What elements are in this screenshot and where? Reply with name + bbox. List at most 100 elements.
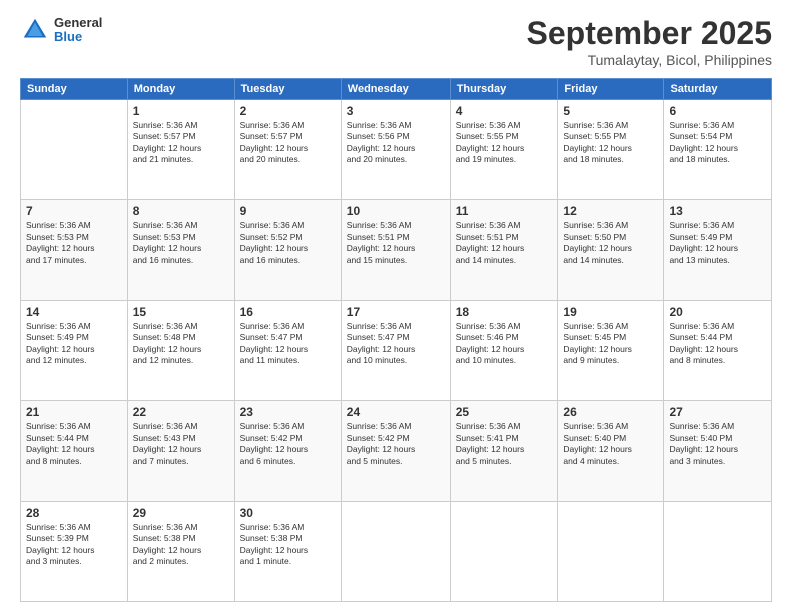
day-number: 27 [669, 405, 766, 419]
col-header-monday: Monday [127, 79, 234, 100]
day-info: Sunrise: 5:36 AM Sunset: 5:38 PM Dayligh… [133, 522, 229, 568]
day-number: 7 [26, 204, 122, 218]
col-header-friday: Friday [558, 79, 664, 100]
calendar-cell: 1 Sunrise: 5:36 AM Sunset: 5:57 PM Daylig… [127, 100, 234, 200]
day-number: 26 [563, 405, 658, 419]
day-number: 5 [563, 104, 658, 118]
day-info: Sunrise: 5:36 AM Sunset: 5:49 PM Dayligh… [669, 220, 766, 266]
calendar-cell: 19 Sunrise: 5:36 AM Sunset: 5:45 PM Dayli… [558, 300, 664, 400]
day-number: 1 [133, 104, 229, 118]
calendar-cell: 3 Sunrise: 5:36 AM Sunset: 5:56 PM Daylig… [341, 100, 450, 200]
week-row-2: 7 Sunrise: 5:36 AM Sunset: 5:53 PM Daylig… [21, 200, 772, 300]
day-number: 13 [669, 204, 766, 218]
day-number: 10 [347, 204, 445, 218]
calendar-cell [341, 501, 450, 601]
calendar-cell: 27 Sunrise: 5:36 AM Sunset: 5:40 PM Dayli… [664, 401, 772, 501]
day-number: 12 [563, 204, 658, 218]
calendar-cell: 7 Sunrise: 5:36 AM Sunset: 5:53 PM Daylig… [21, 200, 128, 300]
day-number: 25 [456, 405, 553, 419]
calendar-cell [450, 501, 558, 601]
day-number: 3 [347, 104, 445, 118]
calendar-cell: 8 Sunrise: 5:36 AM Sunset: 5:53 PM Daylig… [127, 200, 234, 300]
day-info: Sunrise: 5:36 AM Sunset: 5:44 PM Dayligh… [26, 421, 122, 467]
calendar-cell: 23 Sunrise: 5:36 AM Sunset: 5:42 PM Dayli… [234, 401, 341, 501]
day-info: Sunrise: 5:36 AM Sunset: 5:51 PM Dayligh… [456, 220, 553, 266]
calendar-header-row: SundayMondayTuesdayWednesdayThursdayFrid… [21, 79, 772, 100]
logo: General Blue [20, 15, 102, 45]
day-info: Sunrise: 5:36 AM Sunset: 5:40 PM Dayligh… [669, 421, 766, 467]
week-row-1: 1 Sunrise: 5:36 AM Sunset: 5:57 PM Daylig… [21, 100, 772, 200]
calendar-cell: 17 Sunrise: 5:36 AM Sunset: 5:47 PM Dayli… [341, 300, 450, 400]
calendar-cell: 21 Sunrise: 5:36 AM Sunset: 5:44 PM Dayli… [21, 401, 128, 501]
calendar-cell: 10 Sunrise: 5:36 AM Sunset: 5:51 PM Dayli… [341, 200, 450, 300]
day-info: Sunrise: 5:36 AM Sunset: 5:56 PM Dayligh… [347, 120, 445, 166]
day-info: Sunrise: 5:36 AM Sunset: 5:53 PM Dayligh… [26, 220, 122, 266]
calendar-cell: 2 Sunrise: 5:36 AM Sunset: 5:57 PM Daylig… [234, 100, 341, 200]
day-info: Sunrise: 5:36 AM Sunset: 5:53 PM Dayligh… [133, 220, 229, 266]
calendar-cell: 20 Sunrise: 5:36 AM Sunset: 5:44 PM Dayli… [664, 300, 772, 400]
day-number: 15 [133, 305, 229, 319]
day-number: 28 [26, 506, 122, 520]
calendar-cell: 30Sunrise: 5:36 AM Sunset: 5:38 PM Dayli… [234, 501, 341, 601]
calendar-cell: 11 Sunrise: 5:36 AM Sunset: 5:51 PM Dayli… [450, 200, 558, 300]
calendar-cell: 12 Sunrise: 5:36 AM Sunset: 5:50 PM Dayli… [558, 200, 664, 300]
day-info: Sunrise: 5:36 AM Sunset: 5:45 PM Dayligh… [563, 321, 658, 367]
day-info: Sunrise: 5:36 AM Sunset: 5:57 PM Dayligh… [133, 120, 229, 166]
location: Tumalaytay, Bicol, Philippines [527, 52, 772, 68]
day-number: 4 [456, 104, 553, 118]
week-row-5: 28 Sunrise: 5:36 AM Sunset: 5:39 PM Dayli… [21, 501, 772, 601]
logo-text: General Blue [54, 16, 102, 45]
calendar-cell: 6Sunrise: 5:36 AM Sunset: 5:54 PM Daylig… [664, 100, 772, 200]
calendar-cell: 15 Sunrise: 5:36 AM Sunset: 5:48 PM Dayli… [127, 300, 234, 400]
day-number: 19 [563, 305, 658, 319]
day-number: 11 [456, 204, 553, 218]
calendar-cell [558, 501, 664, 601]
day-number: 18 [456, 305, 553, 319]
day-number: 17 [347, 305, 445, 319]
col-header-tuesday: Tuesday [234, 79, 341, 100]
day-info: Sunrise: 5:36 AM Sunset: 5:46 PM Dayligh… [456, 321, 553, 367]
day-info: Sunrise: 5:36 AM Sunset: 5:39 PM Dayligh… [26, 522, 122, 568]
day-number: 8 [133, 204, 229, 218]
week-row-3: 14Sunrise: 5:36 AM Sunset: 5:49 PM Dayli… [21, 300, 772, 400]
col-header-sunday: Sunday [21, 79, 128, 100]
day-info: Sunrise: 5:36 AM Sunset: 5:55 PM Dayligh… [563, 120, 658, 166]
day-info: Sunrise: 5:36 AM Sunset: 5:57 PM Dayligh… [240, 120, 336, 166]
day-number: 29 [133, 506, 229, 520]
calendar-cell: 24Sunrise: 5:36 AM Sunset: 5:42 PM Dayli… [341, 401, 450, 501]
day-number: 22 [133, 405, 229, 419]
day-info: Sunrise: 5:36 AM Sunset: 5:44 PM Dayligh… [669, 321, 766, 367]
calendar-cell: 9 Sunrise: 5:36 AM Sunset: 5:52 PM Daylig… [234, 200, 341, 300]
week-row-4: 21 Sunrise: 5:36 AM Sunset: 5:44 PM Dayli… [21, 401, 772, 501]
day-info: Sunrise: 5:36 AM Sunset: 5:55 PM Dayligh… [456, 120, 553, 166]
day-number: 6 [669, 104, 766, 118]
day-info: Sunrise: 5:36 AM Sunset: 5:49 PM Dayligh… [26, 321, 122, 367]
day-number: 16 [240, 305, 336, 319]
col-header-wednesday: Wednesday [341, 79, 450, 100]
day-number: 2 [240, 104, 336, 118]
col-header-thursday: Thursday [450, 79, 558, 100]
logo-icon [20, 15, 50, 45]
calendar-cell: 29 Sunrise: 5:36 AM Sunset: 5:38 PM Dayli… [127, 501, 234, 601]
calendar-cell: 4 Sunrise: 5:36 AM Sunset: 5:55 PM Daylig… [450, 100, 558, 200]
page: General Blue September 2025 Tumalaytay, … [0, 0, 792, 612]
col-header-saturday: Saturday [664, 79, 772, 100]
day-number: 20 [669, 305, 766, 319]
day-info: Sunrise: 5:36 AM Sunset: 5:41 PM Dayligh… [456, 421, 553, 467]
calendar-cell: 14Sunrise: 5:36 AM Sunset: 5:49 PM Dayli… [21, 300, 128, 400]
calendar-cell: 5 Sunrise: 5:36 AM Sunset: 5:55 PM Daylig… [558, 100, 664, 200]
day-number: 23 [240, 405, 336, 419]
day-info: Sunrise: 5:36 AM Sunset: 5:50 PM Dayligh… [563, 220, 658, 266]
day-info: Sunrise: 5:36 AM Sunset: 5:52 PM Dayligh… [240, 220, 336, 266]
day-info: Sunrise: 5:36 AM Sunset: 5:42 PM Dayligh… [240, 421, 336, 467]
day-info: Sunrise: 5:36 AM Sunset: 5:51 PM Dayligh… [347, 220, 445, 266]
calendar-cell: 22 Sunrise: 5:36 AM Sunset: 5:43 PM Dayli… [127, 401, 234, 501]
day-info: Sunrise: 5:36 AM Sunset: 5:43 PM Dayligh… [133, 421, 229, 467]
day-number: 21 [26, 405, 122, 419]
day-info: Sunrise: 5:36 AM Sunset: 5:48 PM Dayligh… [133, 321, 229, 367]
day-info: Sunrise: 5:36 AM Sunset: 5:47 PM Dayligh… [347, 321, 445, 367]
day-number: 9 [240, 204, 336, 218]
logo-blue: Blue [54, 30, 102, 44]
calendar-cell: 16Sunrise: 5:36 AM Sunset: 5:47 PM Dayli… [234, 300, 341, 400]
day-info: Sunrise: 5:36 AM Sunset: 5:40 PM Dayligh… [563, 421, 658, 467]
